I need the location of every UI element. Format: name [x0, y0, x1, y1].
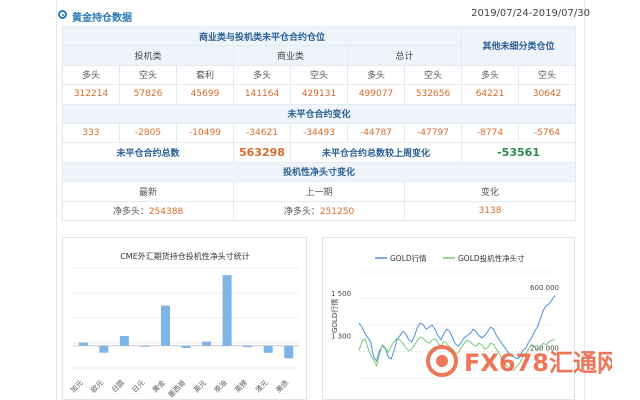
- watermark-text: FX678汇通网: [464, 349, 612, 377]
- group-commercial-spec-header: 商业类与投机类未平仓合约仓位: [61, 25, 463, 47]
- left-axis-tick: 1 500: [331, 290, 351, 298]
- section-title: 黄金持仓数据: [72, 13, 132, 24]
- col-label: 多头: [233, 64, 291, 86]
- bar: [119, 336, 129, 346]
- position-cell: 45699: [176, 84, 234, 105]
- right-rule: [584, 0, 585, 400]
- subheader-speculative: 投机类: [62, 45, 234, 66]
- net-section-header: 投机性净头寸变化: [61, 161, 577, 183]
- change-cell: 333: [62, 122, 120, 144]
- net-long-label: 净多头：: [112, 207, 149, 218]
- bar-category-label: 英元: [192, 378, 208, 394]
- bar: [284, 345, 294, 359]
- col-label: 多头: [461, 64, 520, 86]
- bar: [181, 345, 191, 348]
- change-cell: -5764: [518, 122, 577, 144]
- position-cell: 57826: [119, 84, 177, 105]
- left-axis-label: GOLD行情: [330, 299, 339, 333]
- col-label: 空头: [518, 64, 577, 86]
- bar: [222, 275, 232, 346]
- right-axis-tick: 600 000: [530, 284, 559, 292]
- position-cell: 429131: [290, 84, 348, 105]
- position-cell: 30642: [518, 84, 577, 105]
- change-cell: -10499: [176, 122, 234, 144]
- watermark-logo: FX678汇通网: [422, 341, 621, 384]
- bar: [202, 341, 212, 346]
- positions-table: 商业类与投机类未平仓合约仓位 其他未细分类仓位 投机类 商业类 总计 多头 空头…: [61, 25, 577, 221]
- position-cell: 312214: [62, 84, 120, 105]
- bar-category-label: 原油: [212, 378, 228, 394]
- group-other-header: 其他未细分类仓位: [461, 26, 577, 66]
- net-long-label: 净多头：: [283, 207, 320, 218]
- bar-category-label: 欧元: [89, 378, 105, 394]
- bar-category-label: 美债: [274, 378, 290, 394]
- bar: [160, 305, 170, 346]
- position-cell: 64221: [461, 84, 520, 105]
- net-prev-header: 上一期: [233, 181, 405, 202]
- position-cell: 532656: [403, 84, 463, 105]
- position-cell: 499077: [347, 84, 405, 105]
- circle-bullet-icon: [58, 10, 67, 19]
- section-header: 黄金持仓数据 2019/07/24-2019/07/30: [56, 6, 590, 24]
- col-label: 套利: [176, 64, 234, 86]
- net-prev-cell: 净多头：251250: [233, 200, 405, 221]
- col-label: 空头: [119, 64, 177, 86]
- net-latest-cell: 净多头：254388: [62, 200, 234, 221]
- change-cell: -34493: [290, 122, 348, 144]
- oi-total-label: 未平仓合约总数: [62, 142, 234, 163]
- fx678-logo-icon: FX678汇通网: [426, 345, 621, 377]
- bar: [263, 345, 273, 353]
- net-change-cell: 3138: [403, 200, 577, 221]
- change-cell: -8774: [461, 122, 520, 144]
- bar-category-label: 墨西哥: [167, 379, 188, 400]
- bar-category-label: 黄金: [151, 378, 167, 394]
- net-change-value: 3138: [478, 205, 502, 216]
- bar-category-label: 英镑: [233, 378, 249, 394]
- change-cell: -34621: [233, 122, 291, 144]
- change-cell: -44787: [347, 122, 405, 144]
- bar: [78, 342, 88, 346]
- bar-chart-title: CME外汇期货持仓投机性净头寸统计: [120, 251, 250, 261]
- bar: [243, 345, 253, 348]
- bar-category-label: 日圆: [110, 379, 126, 395]
- change-cell: -2805: [119, 122, 177, 144]
- legend-label: GOLD行情: [390, 253, 427, 263]
- bar: [140, 345, 150, 347]
- oi-total-value: 563298: [239, 146, 285, 160]
- col-label: 空头: [290, 64, 348, 86]
- date-range: 2019/07/24-2019/07/30: [471, 8, 590, 19]
- change-section-header: 未平仓合约变化: [61, 103, 577, 124]
- net-latest-value: 254388: [148, 207, 184, 218]
- subheader-commercial: 商业类: [233, 45, 348, 66]
- net-latest-header: 最新: [62, 181, 234, 202]
- col-label: 多头: [347, 64, 405, 86]
- oi-change-value: -53561: [497, 146, 540, 160]
- bar-category-label: 澳元: [253, 378, 269, 394]
- bar-category-label: 日元: [131, 379, 147, 395]
- col-label: 空头: [403, 64, 463, 86]
- net-prev-value: 251250: [319, 207, 355, 218]
- bar-chart: CME外汇期货持仓投机性净头寸统计加元 欧元 日圆 日元 黄金 墨西哥 英元 原油 英镑 澳元 美债: [68, 251, 299, 400]
- change-cell: -47797: [403, 122, 463, 144]
- bar: [99, 345, 109, 353]
- position-cell: 141164: [233, 84, 291, 105]
- col-label: 多头: [62, 64, 120, 86]
- oi-change-label: 未平仓合约总数较上周变化: [289, 142, 463, 163]
- subheader-total: 总计: [346, 45, 463, 66]
- legend-label: GOLD投机性净头寸: [458, 253, 525, 263]
- bar-category-label: 加元: [68, 378, 84, 394]
- left-rule: [56, 0, 57, 400]
- net-change-header: 变化: [403, 181, 577, 202]
- bar-chart-panel: CME外汇期货持仓投机性净头寸统计加元 欧元 日圆 日元 黄金 墨西哥 英元 原油 英镑 澳元 美债: [62, 237, 307, 400]
